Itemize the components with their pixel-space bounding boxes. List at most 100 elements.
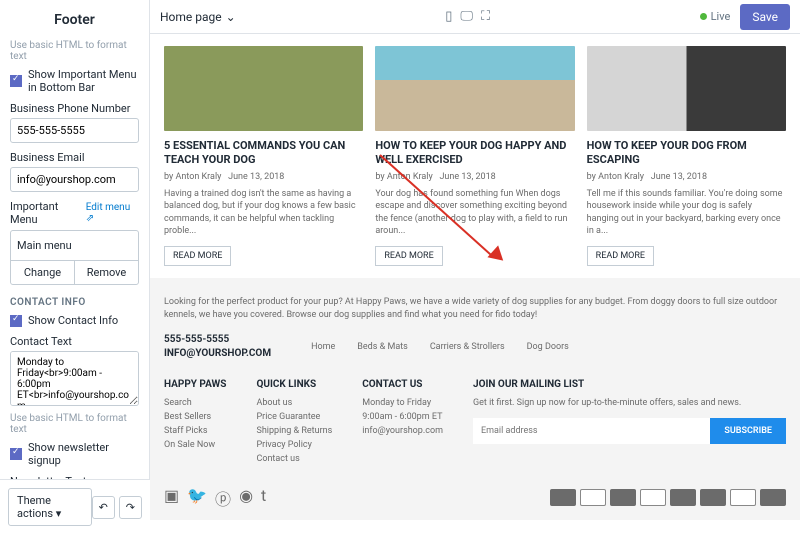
read-more-button[interactable]: READ MORE	[375, 246, 442, 266]
blog-image[interactable]	[587, 46, 786, 131]
paypal-icon	[730, 489, 756, 506]
newsletter-desc: Get it first. Sign up now for up-to-the-…	[473, 398, 786, 408]
tumblr-icon[interactable]: t	[261, 486, 266, 510]
blog-title[interactable]: 5 ESSENTIAL COMMANDS YOU CAN TEACH YOUR …	[164, 139, 363, 168]
blog-meta: by Anton Kraly June 13, 2018	[375, 172, 574, 182]
email-label: Business Email	[10, 151, 139, 164]
footer-contact-block: 555-555-5555 INFO@YOURSHOP.COM	[164, 333, 271, 361]
show-important-menu-checkbox[interactable]	[10, 75, 22, 87]
visa-icon	[760, 489, 786, 506]
footer-link[interactable]: Price Guarantee	[256, 412, 332, 422]
footer-menu-link[interactable]: Home	[311, 342, 335, 352]
desktop-view-icon[interactable]: 🖵	[460, 9, 473, 24]
sidebar-footer: Theme actions ▾ ↶ ↷	[0, 479, 150, 534]
menu-selector: Main menu Change Remove	[10, 230, 139, 285]
hint-text: Use basic HTML to format text	[10, 413, 139, 435]
phone-label: Business Phone Number	[10, 102, 139, 115]
footer-text: info@yourshop.com	[362, 426, 443, 436]
preview-pane: 5 ESSENTIAL COMMANDS YOU CAN TEACH YOUR …	[150, 34, 800, 534]
show-contact-checkbox[interactable]	[10, 315, 22, 327]
hint-text: Use basic HTML to format text	[10, 40, 139, 62]
footer-link[interactable]: Privacy Policy	[256, 440, 332, 450]
show-newsletter-checkbox[interactable]	[10, 448, 22, 460]
live-dot-icon	[700, 13, 707, 20]
contact-section: CONTACT INFO	[10, 297, 139, 308]
topbar: Home page ⌄ ▯ 🖵 ⛶ Live Save	[150, 0, 800, 34]
save-button[interactable]: Save	[740, 4, 790, 30]
menu-value: Main menu	[11, 231, 138, 260]
instagram-icon[interactable]: ◉	[239, 486, 253, 510]
mastercard-icon	[700, 489, 726, 506]
amex-icon	[550, 489, 576, 506]
blog-meta: by Anton Kraly June 13, 2018	[587, 172, 786, 182]
footer-description: Looking for the perfect product for your…	[164, 296, 786, 323]
undo-button[interactable]: ↶	[92, 496, 115, 519]
chevron-down-icon: ⌄	[226, 10, 236, 24]
payment-icons	[550, 489, 786, 506]
blog-title[interactable]: HOW TO KEEP YOUR DOG FROM ESCAPING	[587, 139, 786, 168]
blog-meta: by Anton Kraly June 13, 2018	[164, 172, 363, 182]
sidebar-title: Footer	[10, 8, 139, 36]
change-button[interactable]: Change	[11, 261, 75, 284]
footer-text: Monday to Friday	[362, 398, 443, 408]
footer-text: 9:00am - 6:00pm ET	[362, 412, 443, 422]
fullscreen-icon[interactable]: ⛶	[481, 9, 490, 24]
checkbox-label: Show newsletter signup	[28, 441, 139, 467]
apple-pay-icon	[580, 489, 606, 506]
footer-link[interactable]: On Sale Now	[164, 440, 226, 450]
important-menu-label: Important Menu	[10, 200, 86, 226]
read-more-button[interactable]: READ MORE	[587, 246, 654, 266]
read-more-button[interactable]: READ MORE	[164, 246, 231, 266]
footer-link[interactable]: Shipping & Returns	[256, 426, 332, 436]
blog-title[interactable]: HOW TO KEEP YOUR DOG HAPPY AND WELL EXER…	[375, 139, 574, 168]
phone-input[interactable]	[10, 118, 139, 143]
facebook-icon[interactable]: ▣	[164, 486, 179, 510]
remove-button[interactable]: Remove	[75, 261, 138, 284]
diners-icon	[610, 489, 636, 506]
footer-col-title: CONTACT US	[362, 379, 443, 390]
social-icons: ▣ 🐦 ⓟ ◉ t	[164, 486, 266, 510]
blog-card: 5 ESSENTIAL COMMANDS YOU CAN TEACH YOUR …	[164, 46, 363, 266]
footer-col-title: HAPPY PAWS	[164, 379, 226, 390]
discover-icon	[640, 489, 666, 506]
jcb-icon	[670, 489, 696, 506]
subscribe-button[interactable]: SUBSCRIBE	[710, 418, 786, 444]
twitter-icon[interactable]: 🐦	[187, 486, 207, 510]
footer-col: QUICK LINKS About us Price Guarantee Shi…	[256, 379, 332, 468]
live-status: Live	[700, 10, 731, 23]
theme-actions-button[interactable]: Theme actions ▾	[8, 488, 92, 526]
footer-link[interactable]: Best Sellers	[164, 412, 226, 422]
contact-text-input[interactable]: Monday to Friday<br>9:00am - 6:00pm ET<b…	[10, 351, 139, 406]
newsletter-email-input[interactable]	[473, 418, 710, 444]
footer-link[interactable]: Staff Picks	[164, 426, 226, 436]
blog-excerpt: Tell me if this sounds familiar. You're …	[587, 188, 786, 238]
newsletter-title: JOIN OUR MAILING LIST	[473, 379, 786, 390]
footer-link[interactable]: About us	[256, 398, 332, 408]
edit-menu-link[interactable]: Edit menu ⇗	[86, 202, 139, 224]
footer-menu: Home Beds & Mats Carriers & Strollers Do…	[311, 342, 569, 352]
contact-text-label: Contact Text	[10, 335, 139, 348]
checkbox-label: Show Contact Info	[28, 314, 118, 327]
blog-excerpt: Your dog has found something fun When do…	[375, 188, 574, 238]
footer-menu-link[interactable]: Carriers & Strollers	[430, 342, 505, 352]
footer-col-title: QUICK LINKS	[256, 379, 332, 390]
blog-cards: 5 ESSENTIAL COMMANDS YOU CAN TEACH YOUR …	[150, 34, 800, 278]
blog-image[interactable]	[164, 46, 363, 131]
footer-link[interactable]: Search	[164, 398, 226, 408]
checkbox-label: Show Important Menu in Bottom Bar	[28, 68, 139, 94]
redo-button[interactable]: ↷	[119, 496, 142, 519]
email-input[interactable]	[10, 167, 139, 192]
page-selector[interactable]: Home page ⌄	[160, 10, 236, 24]
blog-card: HOW TO KEEP YOUR DOG HAPPY AND WELL EXER…	[375, 46, 574, 266]
settings-sidebar: Footer Use basic HTML to format text Sho…	[0, 0, 150, 534]
mobile-view-icon[interactable]: ▯	[445, 9, 452, 24]
blog-image[interactable]	[375, 46, 574, 131]
footer-col: CONTACT US Monday to Friday 9:00am - 6:0…	[362, 379, 443, 468]
footer-menu-link[interactable]: Beds & Mats	[357, 342, 408, 352]
pinterest-icon[interactable]: ⓟ	[215, 486, 231, 510]
blog-card: HOW TO KEEP YOUR DOG FROM ESCAPING by An…	[587, 46, 786, 266]
footer-link[interactable]: Contact us	[256, 454, 332, 464]
newsletter-block: JOIN OUR MAILING LIST Get it first. Sign…	[473, 379, 786, 468]
footer-preview: Looking for the perfect product for your…	[150, 278, 800, 520]
footer-menu-link[interactable]: Dog Doors	[527, 342, 569, 352]
